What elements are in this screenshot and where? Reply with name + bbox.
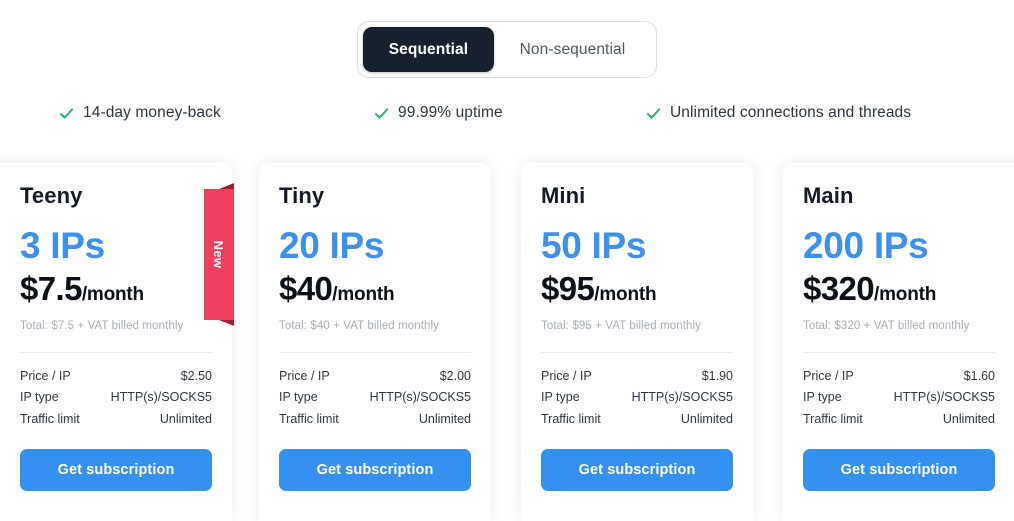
- get-subscription-button[interactable]: Get subscription: [20, 449, 212, 492]
- spec-label-traffic-limit: Traffic limit: [20, 411, 80, 426]
- plan-total-note: Total: $7.5 + VAT billed monthly: [20, 319, 184, 332]
- plan-name: Teeny: [20, 183, 83, 208]
- feature-money-back: 14-day money-back: [59, 99, 221, 127]
- plan-name: Tiny: [279, 183, 325, 208]
- spec-row: Price / IP $1.60: [803, 366, 995, 388]
- plan-total-note: Total: $320 + VAT billed monthly: [803, 319, 970, 332]
- spec-label-ip-type: IP type: [541, 390, 580, 405]
- spec-value-price-per-ip: $2.50: [180, 368, 212, 383]
- feature-label: 99.99% uptime: [398, 104, 503, 121]
- spec-row: Traffic limit Unlimited: [20, 409, 212, 431]
- pricing-card-mini[interactable]: Mini 50 IPs $95/month Total: $95 + VAT b…: [521, 163, 753, 521]
- spec-label-traffic-limit: Traffic limit: [803, 411, 863, 426]
- plan-specs: Price / IP $1.60 IP type HTTP(s)/SOCKS5 …: [803, 353, 995, 431]
- spec-row: IP type HTTP(s)/SOCKS5: [20, 387, 212, 409]
- spec-value-traffic-limit: Unlimited: [159, 411, 212, 426]
- spec-row: IP type HTTP(s)/SOCKS5: [803, 387, 995, 409]
- plan-ip-count: 50 IPs: [541, 225, 647, 267]
- plan-total-note: Total: $40 + VAT billed monthly: [279, 319, 440, 332]
- get-subscription-button[interactable]: Get subscription: [803, 449, 995, 492]
- check-icon: [374, 107, 389, 119]
- plan-specs: Price / IP $1.90 IP type HTTP(s)/SOCKS5 …: [541, 353, 733, 431]
- plan-price-period: /month: [594, 284, 657, 306]
- plan-price-amount: $320: [803, 270, 875, 308]
- feature-uptime: 99.99% uptime: [374, 99, 503, 127]
- spec-label-price-per-ip: Price / IP: [279, 368, 330, 383]
- toggle-option-non-sequential[interactable]: Non-sequential: [494, 27, 651, 72]
- spec-row: IP type HTTP(s)/SOCKS5: [279, 387, 471, 409]
- plan-price-period: /month: [81, 284, 144, 306]
- spec-value-traffic-limit: Unlimited: [942, 411, 995, 426]
- feature-unlimited-connections: Unlimited connections and threads: [646, 99, 911, 127]
- plan-price: $320/month: [803, 266, 995, 307]
- spec-label-ip-type: IP type: [20, 390, 59, 405]
- plan-price-amount: $7.5: [20, 270, 82, 308]
- plan-ip-count: 200 IPs: [803, 225, 929, 267]
- spec-value-traffic-limit: Unlimited: [680, 411, 733, 426]
- spec-row: Traffic limit Unlimited: [279, 409, 471, 431]
- spec-row: Price / IP $2.50: [20, 366, 212, 388]
- pricing-card-main[interactable]: Main 200 IPs $320/month Total: $320 + VA…: [783, 163, 1014, 521]
- spec-label-ip-type: IP type: [803, 390, 842, 405]
- plan-price: $40/month: [279, 266, 471, 307]
- spec-label-price-per-ip: Price / IP: [541, 368, 592, 383]
- spec-value-price-per-ip: $2.00: [439, 368, 471, 383]
- pricing-card-tiny[interactable]: Tiny 20 IPs $40/month Total: $40 + VAT b…: [259, 163, 491, 521]
- spec-value-price-per-ip: $1.60: [963, 368, 995, 383]
- plan-total-note: Total: $95 + VAT billed monthly: [541, 319, 702, 332]
- spec-row: Traffic limit Unlimited: [803, 409, 995, 431]
- spec-value-ip-type: HTTP(s)/SOCKS5: [110, 390, 212, 405]
- plan-specs: Price / IP $2.00 IP type HTTP(s)/SOCKS5 …: [279, 353, 471, 431]
- plan-name: Main: [803, 183, 854, 208]
- plan-specs: Price / IP $2.50 IP type HTTP(s)/SOCKS5 …: [20, 353, 212, 431]
- spec-label-traffic-limit: Traffic limit: [541, 411, 601, 426]
- ip-sequence-toggle[interactable]: Sequential Non-sequential: [357, 21, 657, 78]
- plan-ip-count: 20 IPs: [279, 225, 385, 267]
- check-icon: [59, 107, 74, 119]
- get-subscription-button[interactable]: Get subscription: [279, 449, 471, 492]
- spec-label-traffic-limit: Traffic limit: [279, 411, 339, 426]
- pricing-page: Sequential Non-sequential 14-day money-b…: [0, 0, 1014, 521]
- spec-value-ip-type: HTTP(s)/SOCKS5: [893, 390, 995, 405]
- spec-row: Price / IP $1.90: [541, 366, 733, 388]
- plan-price-period: /month: [332, 284, 395, 306]
- plan-price-period: /month: [874, 284, 937, 306]
- spec-row: IP type HTTP(s)/SOCKS5: [541, 387, 733, 409]
- plan-price: $95/month: [541, 266, 733, 307]
- get-subscription-button[interactable]: Get subscription: [541, 449, 733, 492]
- spec-value-ip-type: HTTP(s)/SOCKS5: [369, 390, 471, 405]
- feature-label: 14-day money-back: [83, 104, 221, 121]
- feature-label: Unlimited connections and threads: [670, 104, 912, 121]
- pricing-card-list: Teeny 3 IPs $7.5/month Total: $7.5 + VAT…: [0, 163, 1014, 521]
- spec-value-price-per-ip: $1.90: [701, 368, 733, 383]
- spec-label-price-per-ip: Price / IP: [803, 368, 854, 383]
- plan-ip-count: 3 IPs: [20, 225, 105, 267]
- plan-name: Mini: [541, 183, 586, 208]
- spec-value-traffic-limit: Unlimited: [418, 411, 471, 426]
- spec-value-ip-type: HTTP(s)/SOCKS5: [631, 390, 733, 405]
- plan-price-amount: $40: [279, 270, 333, 308]
- spec-row: Price / IP $2.00: [279, 366, 471, 388]
- feature-highlights: 14-day money-back 99.99% uptime Unlimite…: [0, 99, 1014, 127]
- check-icon: [646, 107, 661, 119]
- spec-row: Traffic limit Unlimited: [541, 409, 733, 431]
- plan-price-amount: $95: [541, 270, 595, 308]
- plan-price: $7.5/month: [20, 266, 212, 307]
- pricing-card-teeny[interactable]: Teeny 3 IPs $7.5/month Total: $7.5 + VAT…: [0, 163, 234, 521]
- spec-label-ip-type: IP type: [279, 390, 318, 405]
- toggle-option-sequential[interactable]: Sequential: [363, 27, 494, 72]
- spec-label-price-per-ip: Price / IP: [20, 368, 71, 383]
